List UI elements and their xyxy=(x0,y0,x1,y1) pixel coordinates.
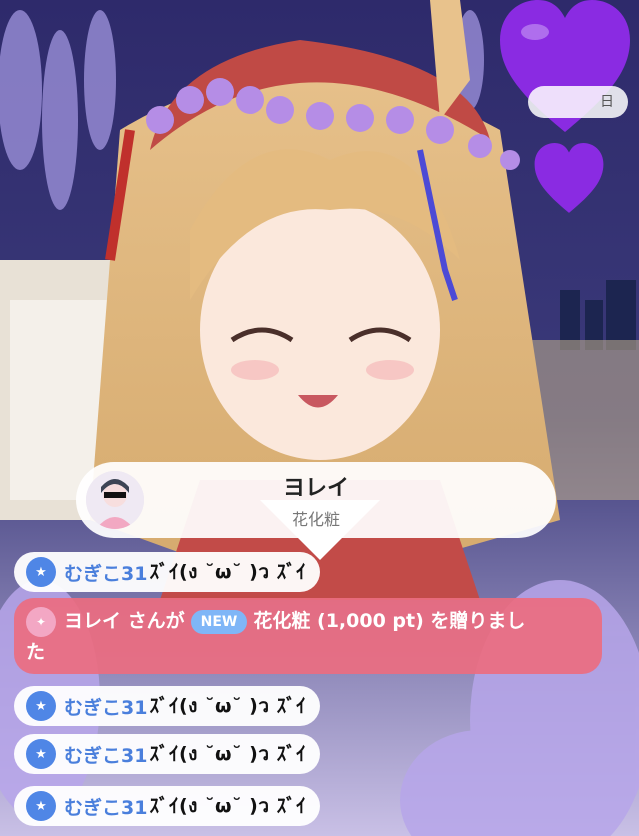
member-badge-icon: ★ xyxy=(26,557,56,587)
comment-text: ｽﾞｲ(ง ˘ω˘ )ว ｽﾞｲ xyxy=(149,695,307,717)
comment-item[interactable]: ★ むぎこ31 ｽﾞｲ(ง ˘ω˘ )ว ｽﾞｲ xyxy=(14,686,321,726)
comment-text: ｽﾞｲ(ง ˘ω˘ )ว ｽﾞｲ xyxy=(149,743,307,765)
comment-text: ｽﾞｲ(ง ˘ω˘ )ว ｽﾞｲ xyxy=(149,795,307,817)
gift-banner-text-line1: 花化粧 (1,000 pt) を贈りまし xyxy=(253,610,526,632)
new-tag: NEW xyxy=(190,609,248,634)
gift-popup-card[interactable]: ヨレイ 花化粧 xyxy=(76,462,556,538)
comment-username[interactable]: むぎこ31 xyxy=(64,741,147,768)
comment-username[interactable]: むぎこ31 xyxy=(64,793,147,820)
gift-item-name: 花化粧 xyxy=(291,510,340,529)
comment-username[interactable]: むぎこ31 xyxy=(64,693,147,720)
member-badge-icon: ★ xyxy=(26,791,56,821)
comment-text: ｽﾞｲ(ง ˘ω˘ )ว ｽﾞｲ xyxy=(149,561,307,583)
gift-notification-banner: ✦ ヨレイ さんが NEW 花化粧 (1,000 pt) を贈りまし た xyxy=(14,598,602,674)
comment-item[interactable]: ★ むぎこ31 ｽﾞｲ(ง ˘ω˘ )ว ｽﾞｲ xyxy=(14,786,321,826)
gift-banner-middle: さんが xyxy=(127,610,185,632)
gift-banner-sender[interactable]: ヨレイ xyxy=(64,610,121,632)
comment-item[interactable]: ★ むぎこ31 ｽﾞｲ(ง ˘ω˘ )ว ｽﾞｲ xyxy=(14,552,321,592)
gift-banner-text-line2: た xyxy=(26,641,46,663)
gift-badge-icon: ✦ xyxy=(26,606,56,637)
comment-item[interactable]: ★ むぎこ31 ｽﾞｲ(ง ˘ω˘ )ว ｽﾞｲ xyxy=(14,734,321,774)
heart-icon xyxy=(534,143,604,213)
date-label: 日 xyxy=(528,86,628,118)
member-badge-icon: ★ xyxy=(26,739,56,769)
gift-sender-name: ヨレイ xyxy=(282,476,349,501)
comment-username[interactable]: むぎこ31 xyxy=(64,559,147,586)
member-badge-icon: ★ xyxy=(26,691,56,721)
